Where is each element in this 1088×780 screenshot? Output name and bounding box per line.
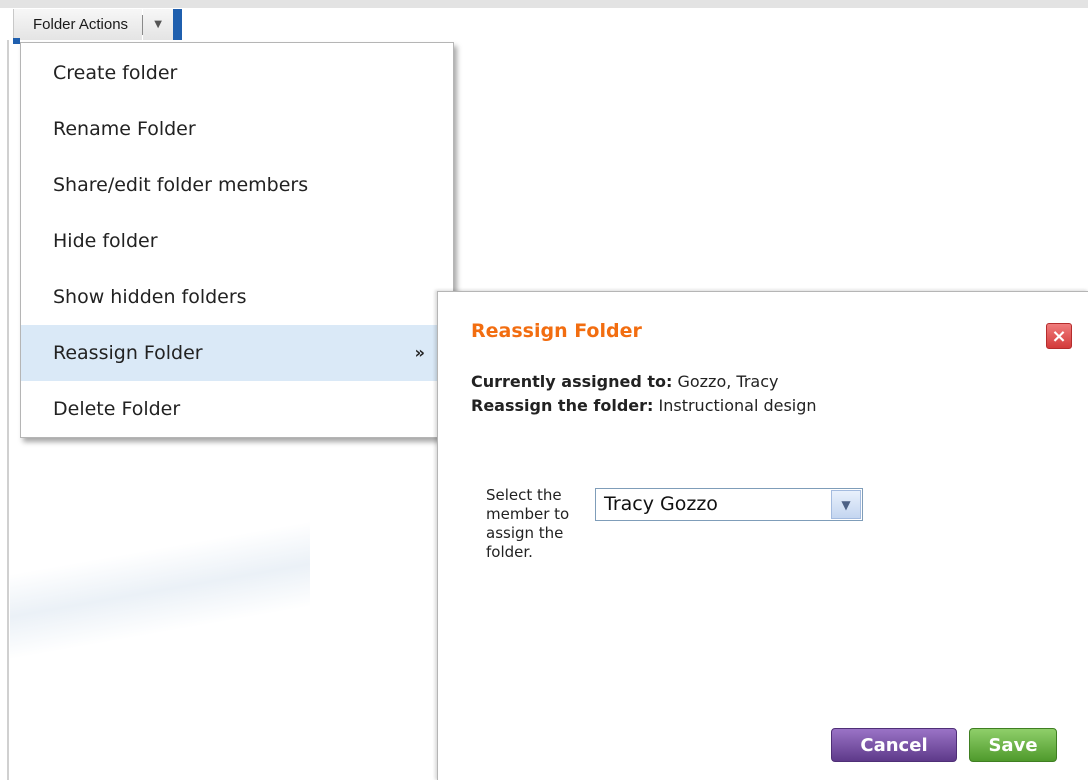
menu-item-label: Create folder: [53, 62, 178, 84]
save-button[interactable]: Save: [969, 728, 1057, 762]
menu-item-create-folder[interactable]: Create folder: [21, 45, 453, 101]
app-window: Folder Actions ▼ Create folder Rename Fo…: [0, 0, 1088, 780]
folder-actions-label[interactable]: Folder Actions: [13, 9, 143, 40]
folder-actions-menu: Create folder Rename Folder Share/edit f…: [20, 42, 454, 438]
reassign-folder-dialog: Reassign Folder × Currently assigned to:…: [437, 291, 1088, 780]
menu-item-delete-folder[interactable]: Delete Folder: [21, 381, 453, 437]
member-select[interactable]: Tracy Gozzo ▼: [595, 488, 863, 521]
member-select-value: Tracy Gozzo: [604, 493, 718, 515]
chevron-down-icon[interactable]: ▼: [831, 490, 861, 519]
folder-actions-button[interactable]: Folder Actions ▼: [13, 9, 183, 40]
currently-assigned-label: Currently assigned to:: [471, 372, 673, 391]
menu-item-label: Delete Folder: [53, 398, 181, 420]
cancel-button[interactable]: Cancel: [831, 728, 957, 762]
menu-item-label: Hide folder: [53, 230, 158, 252]
background-decoration: [10, 500, 310, 660]
menu-item-reassign-folder[interactable]: Reassign Folder »: [21, 325, 453, 381]
menu-item-label: Share/edit folder members: [53, 174, 309, 196]
dialog-title: Reassign Folder: [471, 320, 642, 342]
menu-item-show-hidden-folders[interactable]: Show hidden folders: [21, 269, 453, 325]
menu-item-label: Show hidden folders: [53, 286, 247, 308]
menu-item-label: Rename Folder: [53, 118, 196, 140]
currently-assigned-line: Currently assigned to: Gozzo, Tracy: [471, 372, 778, 391]
reassign-label: Reassign the folder:: [471, 396, 654, 415]
close-icon[interactable]: ×: [1046, 323, 1072, 349]
reassign-target-line: Reassign the folder: Instructional desig…: [471, 396, 817, 415]
currently-assigned-value: Gozzo, Tracy: [677, 372, 779, 391]
member-select-label: Select the member to assign the folder.: [486, 486, 570, 561]
page-top-strip: [0, 0, 1088, 8]
page-left-edge: [7, 40, 9, 780]
caret-down-icon[interactable]: ▼: [143, 9, 174, 40]
reassign-value: Instructional design: [658, 396, 817, 415]
menu-item-rename-folder[interactable]: Rename Folder: [21, 101, 453, 157]
menu-item-label: Reassign Folder: [53, 342, 203, 364]
menu-item-hide-folder[interactable]: Hide folder: [21, 213, 453, 269]
submenu-arrow-icon: »: [414, 343, 425, 362]
toolbar-accent-underline: [13, 38, 20, 44]
menu-item-share-edit-members[interactable]: Share/edit folder members: [21, 157, 453, 213]
toolbar-accent: [173, 9, 183, 40]
